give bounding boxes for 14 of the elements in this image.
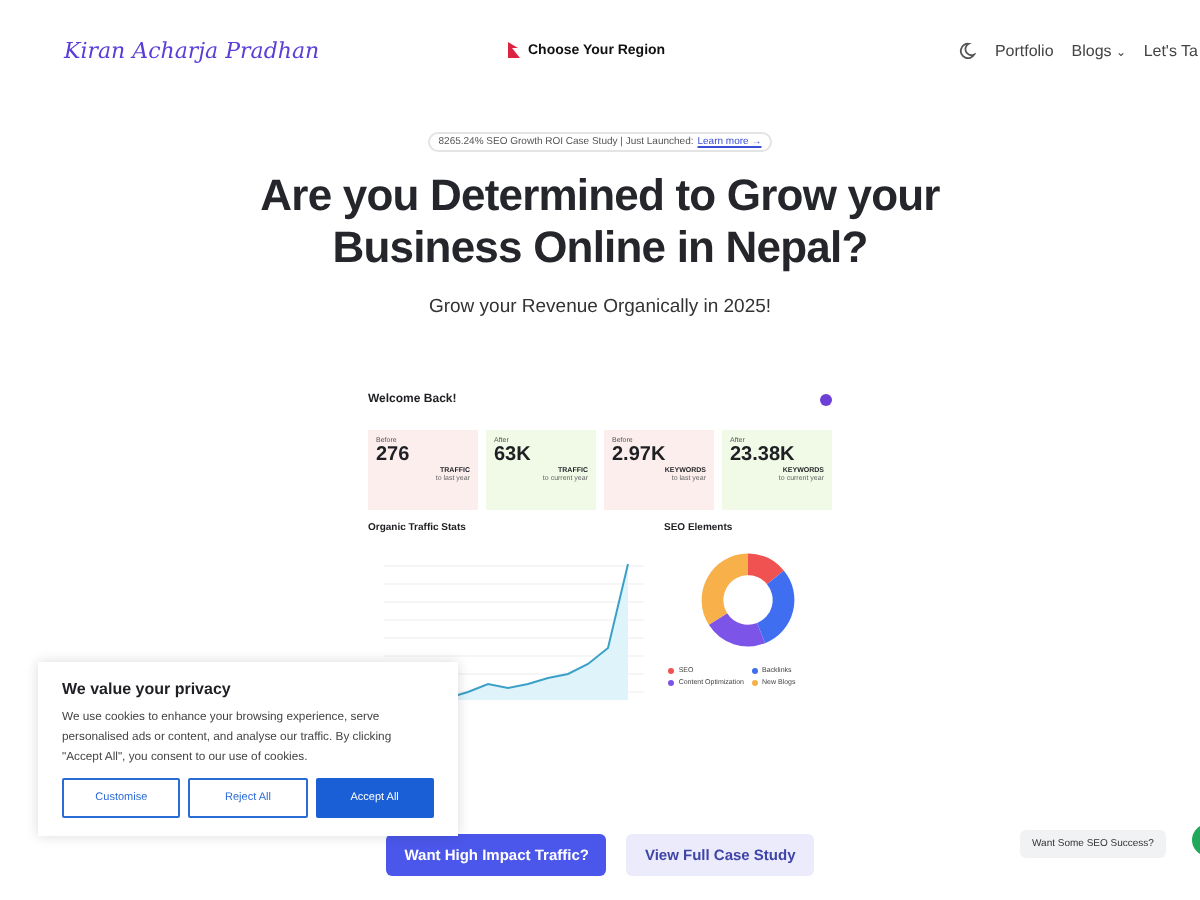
stat-value: 276 bbox=[376, 444, 412, 466]
cookie-title: We value your privacy bbox=[62, 680, 233, 698]
hero-title: Are you Determined to Grow your bbox=[260, 170, 940, 222]
nav-link[interactable]: Portfolio bbox=[994, 41, 1054, 59]
flag-icon bbox=[508, 42, 520, 58]
avatar-icon bbox=[820, 394, 832, 406]
logo[interactable]: Kiran Acharja Pradhan bbox=[64, 37, 384, 63]
stat-value: 2.97K bbox=[612, 444, 668, 466]
hero-title: Business Online in Nepal? bbox=[332, 222, 868, 274]
hero-subtitle: Grow your Revenue Organically in 2025! bbox=[428, 296, 772, 318]
stat-value: 23.38K bbox=[730, 444, 797, 466]
nav-link[interactable]: Let's Ta bbox=[1143, 41, 1198, 59]
moon-icon[interactable] bbox=[958, 41, 977, 59]
stat-value: 63K bbox=[494, 444, 533, 466]
